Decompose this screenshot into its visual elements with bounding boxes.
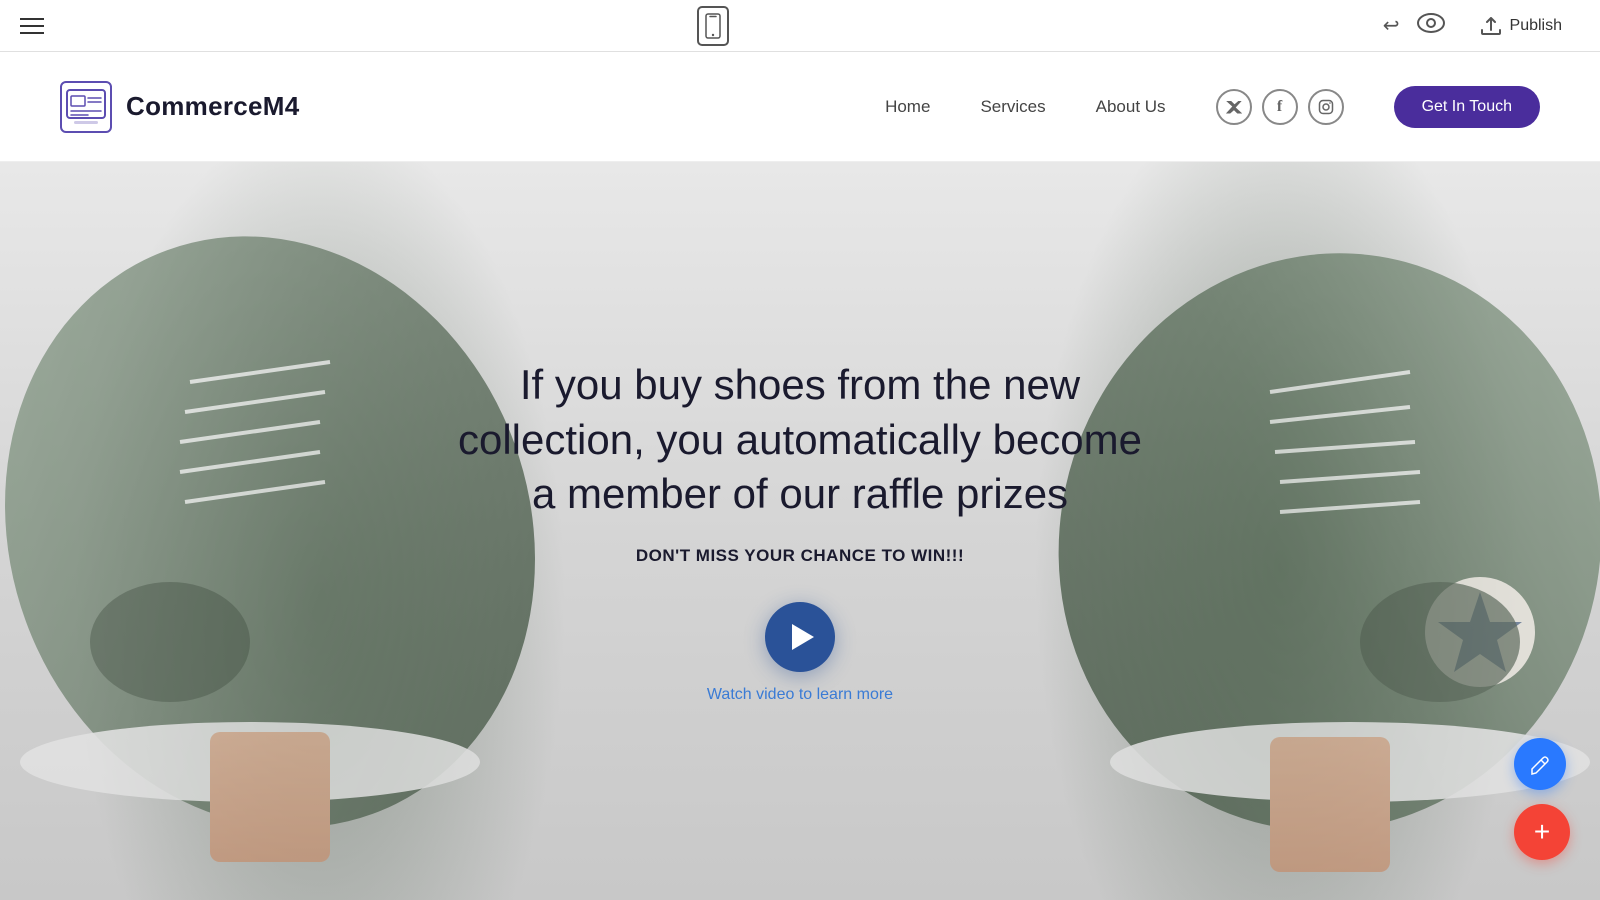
watch-video-link[interactable]: Watch video to learn more	[707, 686, 893, 704]
nav-item-home[interactable]: Home	[885, 97, 930, 117]
video-play-area: Watch video to learn more	[707, 602, 893, 704]
add-fab-button[interactable]: +	[1514, 804, 1570, 860]
logo-area: CommerceM4	[60, 81, 300, 133]
site-title: CommerceM4	[126, 91, 300, 122]
nav-item-services[interactable]: Services	[980, 97, 1045, 117]
preview-eye-icon[interactable]	[1416, 12, 1446, 39]
toolbar-center	[697, 6, 729, 46]
site-header: CommerceM4 Home Services About Us	[0, 52, 1600, 162]
mobile-preview-icon[interactable]	[697, 6, 729, 46]
publish-label: Publish	[1510, 17, 1562, 35]
twitter-social-button[interactable]	[1216, 89, 1252, 125]
publish-button[interactable]: Publish	[1462, 9, 1580, 43]
logo-icon	[60, 81, 112, 133]
nav-links: Home Services About Us	[885, 97, 1165, 117]
website-wrapper: CommerceM4 Home Services About Us	[0, 52, 1600, 900]
toolbar: ↩ Publish	[0, 0, 1600, 52]
instagram-social-button[interactable]	[1308, 89, 1344, 125]
navigation: Home Services About Us f	[885, 86, 1540, 128]
toolbar-right: ↩ Publish	[1383, 9, 1580, 43]
hero-section: If you buy shoes from the new collection…	[0, 162, 1600, 900]
facebook-social-button[interactable]: f	[1262, 89, 1298, 125]
fab-container: +	[1514, 738, 1570, 860]
play-triangle-icon	[792, 624, 814, 650]
play-video-button[interactable]	[765, 602, 835, 672]
edit-fab-button[interactable]	[1514, 738, 1566, 790]
social-links: f	[1216, 89, 1344, 125]
hero-headline: If you buy shoes from the new collection…	[450, 358, 1150, 522]
hamburger-menu-icon[interactable]	[20, 18, 44, 34]
undo-icon[interactable]: ↩	[1383, 13, 1400, 38]
hero-subline: DON'T MISS YOUR CHANCE TO WIN!!!	[636, 546, 964, 566]
hero-content: If you buy shoes from the new collection…	[0, 162, 1600, 900]
nav-item-about[interactable]: About Us	[1096, 97, 1166, 117]
get-in-touch-button[interactable]: Get In Touch	[1394, 86, 1540, 128]
toolbar-left	[20, 18, 44, 34]
